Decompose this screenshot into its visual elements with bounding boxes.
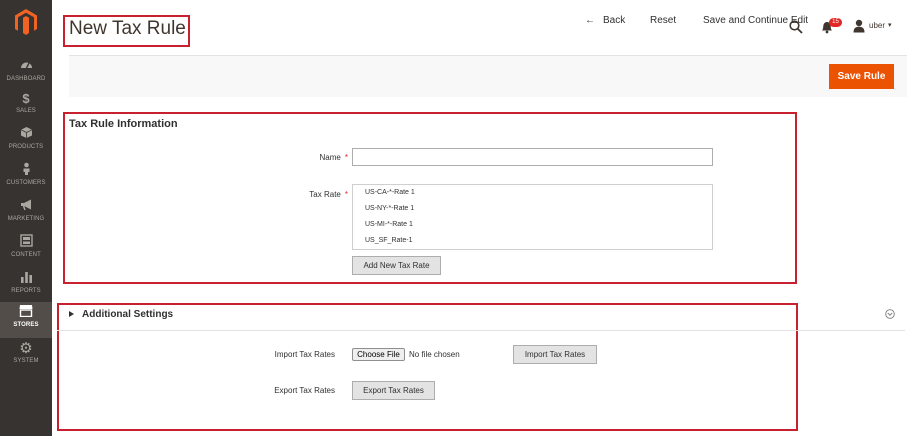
required-asterisk: * <box>344 190 348 199</box>
tax-rate-option[interactable]: US-NY-*-Rate 1 <box>365 205 414 212</box>
dashboard-icon <box>0 58 52 75</box>
caret-down-icon[interactable]: ▾ <box>888 21 892 29</box>
save-and-continue-button[interactable]: Save and Continue Edit <box>703 15 808 26</box>
account-username[interactable]: uber <box>869 21 885 30</box>
no-file-chosen-text: No file chosen <box>409 350 460 359</box>
tax-rule-info-title: Tax Rule Information <box>69 118 178 130</box>
save-rule-button[interactable]: Save Rule <box>829 64 894 89</box>
tax-rate-label-text: Tax Rate <box>309 190 341 199</box>
choose-file-button[interactable]: Choose File <box>352 348 405 361</box>
export-tax-rates-label: Export Tax Rates <box>274 386 335 395</box>
page-root: DASHBOARD $ SALES PRODUCTS CUSTOMERS MAR… <box>0 0 918 436</box>
export-tax-rates-button[interactable]: Export Tax Rates <box>352 381 435 400</box>
sidebar-item-stores[interactable]: STORES <box>0 302 52 338</box>
tax-rate-field-label: Tax Rate * <box>248 190 348 199</box>
cube-icon <box>0 126 52 143</box>
sidebar-item-sales[interactable]: $ SALES <box>0 88 52 124</box>
sidebar-item-system[interactable]: ⚙ SYSTEM <box>0 338 52 374</box>
collapse-circle-icon[interactable] <box>885 309 895 319</box>
dollar-icon: $ <box>22 91 30 106</box>
name-label-text: Name <box>319 153 341 162</box>
additional-settings-highlight-box <box>57 303 798 431</box>
back-label: Back <box>603 15 626 26</box>
bar-chart-icon <box>0 270 52 287</box>
sidebar-item-label: SYSTEM <box>13 358 39 364</box>
tax-rate-multiselect[interactable]: US-CA-*-Rate 1 US-NY-*-Rate 1 US-MI-*-Ra… <box>352 184 713 250</box>
import-tax-rates-label: Import Tax Rates <box>274 350 335 359</box>
sidebar-item-label: REPORTS <box>11 288 41 294</box>
tax-rate-option[interactable]: US-CA-*-Rate 1 <box>365 189 415 196</box>
sidebar-item-label: STORES <box>13 322 39 328</box>
sidebar-item-label: PRODUCTS <box>8 144 44 150</box>
sidebar-item-reports[interactable]: REPORTS <box>0 268 52 304</box>
additional-settings-title[interactable]: Additional Settings <box>82 309 173 320</box>
layout-icon <box>0 234 52 251</box>
user-icon[interactable] <box>853 19 865 33</box>
sidebar-item-label: SALES <box>16 108 36 114</box>
section-divider <box>57 330 905 331</box>
admin-sidebar: DASHBOARD $ SALES PRODUCTS CUSTOMERS MAR… <box>0 0 52 436</box>
name-field-label: Name * <box>248 153 348 162</box>
sidebar-item-label: DASHBOARD <box>6 76 46 82</box>
magento-logo[interactable] <box>13 8 39 36</box>
name-input[interactable] <box>352 148 713 166</box>
sidebar-item-customers[interactable]: CUSTOMERS <box>0 160 52 196</box>
gear-icon: ⚙ <box>19 340 33 357</box>
sidebar-item-products[interactable]: PRODUCTS <box>0 124 52 160</box>
megaphone-icon <box>0 198 52 215</box>
tax-rate-option[interactable]: US-MI-*-Rate 1 <box>365 221 413 228</box>
sidebar-item-label: MARKETING <box>7 216 45 222</box>
sidebar-item-marketing[interactable]: MARKETING <box>0 196 52 232</box>
reset-button[interactable]: Reset <box>650 15 676 26</box>
back-button[interactable]: ← Back <box>585 15 625 26</box>
add-new-tax-rate-button[interactable]: Add New Tax Rate <box>352 256 441 275</box>
notification-count-badge[interactable]: 15 <box>829 18 842 27</box>
required-asterisk: * <box>344 153 348 162</box>
expand-arrow-icon[interactable] <box>69 311 74 317</box>
person-icon <box>0 162 52 179</box>
sidebar-item-label: CUSTOMERS <box>6 180 46 186</box>
arrow-left-icon: ← <box>585 15 595 26</box>
sidebar-item-content[interactable]: CONTENT <box>0 232 52 268</box>
import-tax-rates-button[interactable]: Import Tax Rates <box>513 345 597 364</box>
tax-rate-option[interactable]: US_SF_Rate-1 <box>365 237 412 244</box>
page-actions-bar <box>69 55 907 97</box>
page-title: New Tax Rule <box>69 18 186 39</box>
sidebar-item-dashboard[interactable]: DASHBOARD <box>0 56 52 92</box>
store-icon <box>0 304 52 321</box>
sidebar-item-label: CONTENT <box>11 252 41 258</box>
